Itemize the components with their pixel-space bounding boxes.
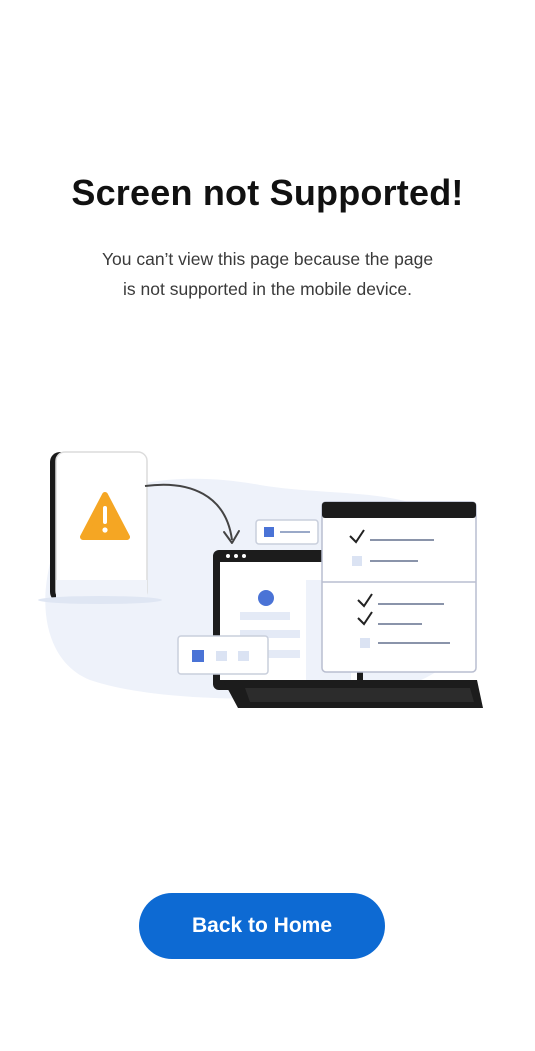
checklist-icon xyxy=(321,501,477,673)
unsupported-device-illustration xyxy=(38,451,483,708)
page-message: You can’t view this page because the pag… xyxy=(40,244,495,304)
back-to-home-button[interactable]: Back to Home xyxy=(139,893,385,959)
message-line-1: You can’t view this page because the pag… xyxy=(101,249,434,269)
message-line-2: is not supported in the mobile device. xyxy=(123,279,412,299)
floating-card-top xyxy=(255,519,319,545)
page-title: Screen not Supported! xyxy=(71,172,464,213)
floating-card-bottom xyxy=(177,635,269,675)
